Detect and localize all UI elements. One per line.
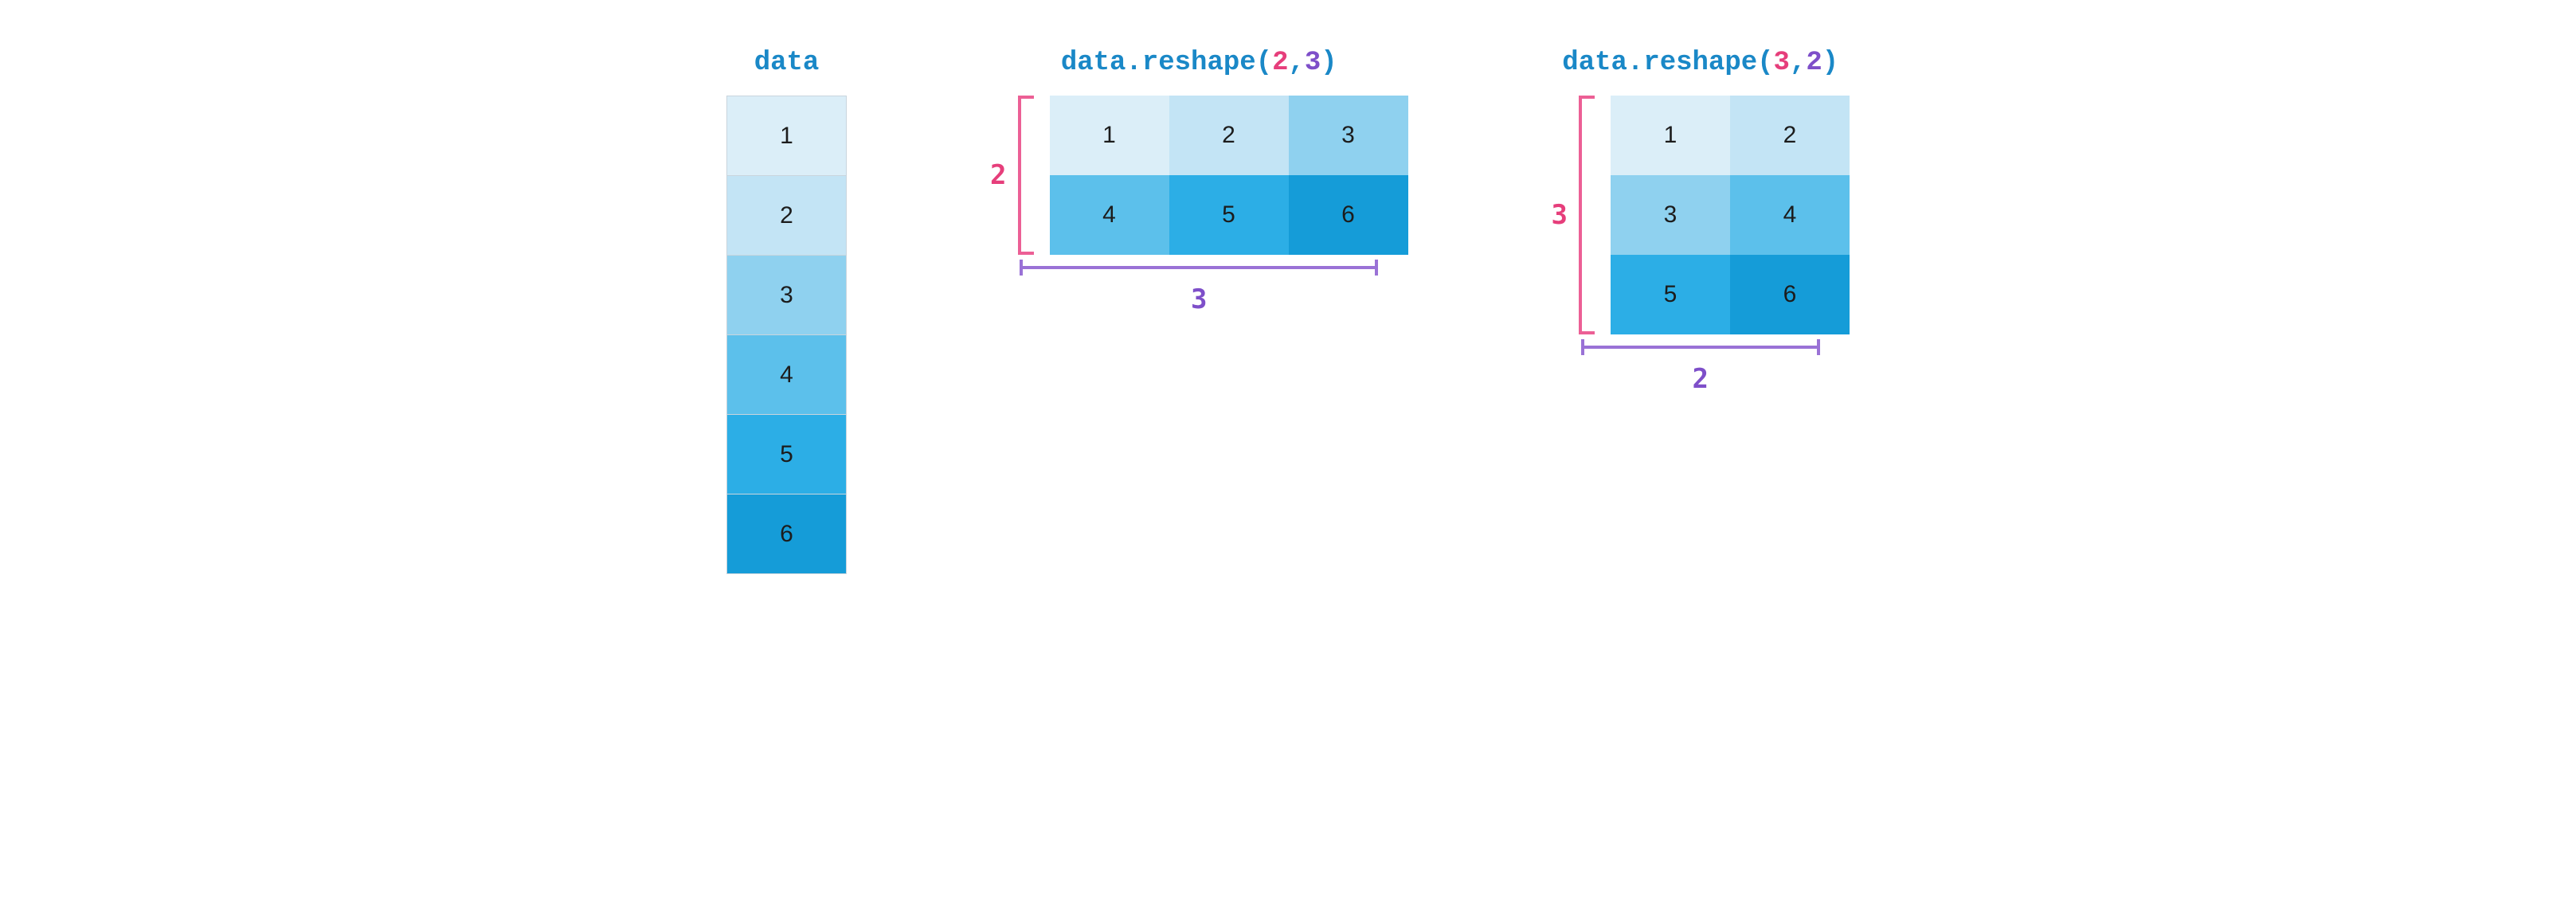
cell: 3 xyxy=(1611,175,1730,255)
cell: 6 xyxy=(727,494,847,574)
arg-cols: 3 xyxy=(1305,48,1321,78)
reshape-3x2-grid: 1 2 3 4 5 6 xyxy=(1611,96,1850,334)
panel-reshape-3x2: data.reshape(3,2) 3 1 2 3 4 5 6 2 xyxy=(1552,48,1850,395)
cell: 2 xyxy=(1169,96,1289,175)
code-token: ) xyxy=(1321,48,1337,78)
cell: 3 xyxy=(727,256,847,335)
code-token: data xyxy=(754,48,820,78)
panel-data-title: data xyxy=(754,48,820,78)
panel-data: data 1 2 3 4 5 6 xyxy=(726,48,847,574)
cell: 3 xyxy=(1289,96,1408,175)
panel-reshape-2x3: data.reshape(2,3) 2 1 2 3 4 5 6 3 xyxy=(990,48,1407,315)
reshape-3x2-wrap: 3 1 2 3 4 5 6 2 xyxy=(1552,96,1850,395)
cell: 4 xyxy=(727,335,847,415)
cell: 5 xyxy=(1169,175,1289,255)
cell: 1 xyxy=(1050,96,1169,175)
rows-bracket: 3 xyxy=(1552,96,1591,334)
cell: 6 xyxy=(1289,175,1408,255)
rows-bracket: 2 xyxy=(990,96,1030,255)
reshape-2x3-wrap: 2 1 2 3 4 5 6 3 xyxy=(990,96,1407,315)
cols-bracket: 3 xyxy=(1020,266,1378,315)
cols-bracket: 2 xyxy=(1581,346,1820,395)
cell: 4 xyxy=(1050,175,1169,255)
data-column-grid: 1 2 3 4 5 6 xyxy=(726,96,847,574)
rows-bracket-line xyxy=(1579,96,1591,334)
cell: 1 xyxy=(1611,96,1730,175)
cell: 5 xyxy=(1611,255,1730,334)
cell: 1 xyxy=(727,96,847,176)
arg-rows: 2 xyxy=(1272,48,1288,78)
code-token: ) xyxy=(1822,48,1838,78)
cols-count: 2 xyxy=(1692,363,1708,395)
code-token: data.reshape( xyxy=(1061,48,1272,78)
cell: 5 xyxy=(727,415,847,494)
rows-count: 2 xyxy=(990,159,1006,191)
rows-count: 3 xyxy=(1552,199,1568,231)
cell: 6 xyxy=(1730,255,1850,334)
code-token: , xyxy=(1790,48,1806,78)
reshape-3x2-title: data.reshape(3,2) xyxy=(1562,48,1838,78)
reshape-2x3-title: data.reshape(2,3) xyxy=(1061,48,1337,78)
cell: 4 xyxy=(1730,175,1850,255)
cols-bracket-line xyxy=(1581,346,1820,358)
cell: 2 xyxy=(1730,96,1850,175)
arg-rows: 3 xyxy=(1774,48,1790,78)
cell: 2 xyxy=(727,176,847,256)
code-token: data.reshape( xyxy=(1562,48,1773,78)
arg-cols: 2 xyxy=(1806,48,1822,78)
cols-count: 3 xyxy=(1191,283,1207,315)
code-token: , xyxy=(1288,48,1304,78)
rows-bracket-line xyxy=(1018,96,1031,255)
reshape-2x3-grid: 1 2 3 4 5 6 xyxy=(1050,96,1408,255)
cols-bracket-line xyxy=(1020,266,1378,279)
